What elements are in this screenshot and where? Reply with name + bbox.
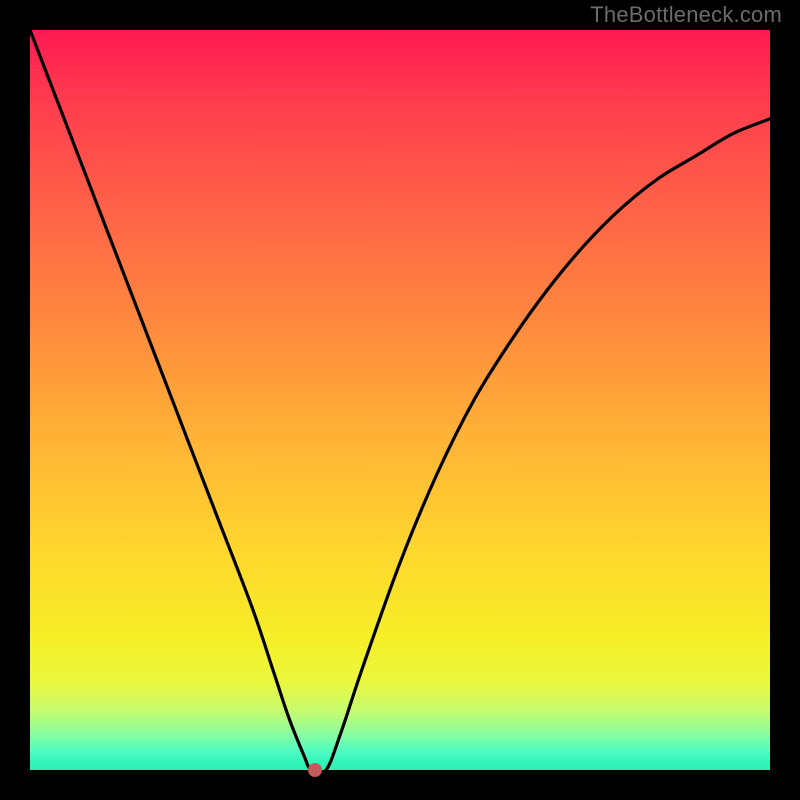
chart-frame: TheBottleneck.com	[0, 0, 800, 800]
plot-area	[30, 30, 770, 770]
watermark-text: TheBottleneck.com	[590, 2, 782, 28]
curve-path	[30, 30, 770, 773]
minimum-marker	[308, 763, 322, 777]
bottleneck-curve	[30, 30, 770, 770]
